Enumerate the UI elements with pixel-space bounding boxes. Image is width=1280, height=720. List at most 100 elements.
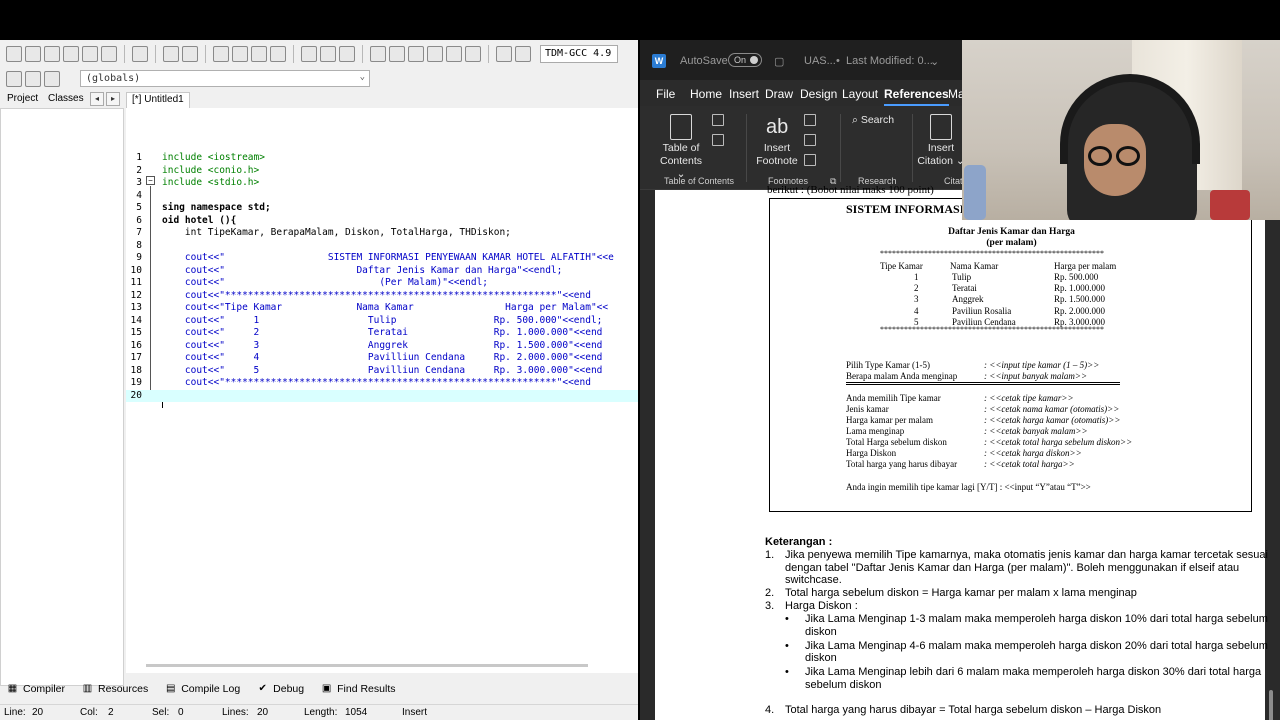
output-placeholder: : <<cetak nama kamar (otomatis)>> — [984, 404, 1120, 414]
item-text: Total harga yang harus dibayar = Total h… — [785, 704, 1162, 716]
tab-label: Debug — [273, 683, 305, 695]
tab-insert[interactable]: Insert — [729, 87, 759, 101]
insert-icon[interactable] — [6, 71, 22, 87]
document-name[interactable]: UAS... — [804, 55, 836, 67]
search-button[interactable]: ⌕ Search — [852, 114, 894, 127]
find-next-icon[interactable] — [251, 46, 267, 62]
table-of-contents-button[interactable]: Table of Contents ⌄ — [656, 114, 706, 181]
input-placeholder: : <<input tipe kamar (1 – 5)>> — [984, 360, 1100, 370]
code-line: 18 cout<<" 5 Pavilliun Cendana Rp. 3.000… — [126, 365, 638, 378]
scope-value: (globals) — [86, 73, 141, 84]
compile-run-icon[interactable] — [408, 46, 424, 62]
panel-icon: ✔ — [258, 683, 267, 694]
status-lines: 20 — [257, 707, 269, 718]
open-file-icon[interactable] — [25, 46, 41, 62]
toggle-comment-icon[interactable] — [339, 46, 355, 62]
stop-icon[interactable] — [465, 46, 481, 62]
group-table-of-contents: Table of Contents — [664, 176, 735, 186]
update-table-icon[interactable] — [712, 134, 724, 146]
run-icon[interactable] — [389, 46, 405, 62]
panel-tabs: Project Classes ◂ ▸ [*] Untitled1 — [0, 92, 638, 108]
document-scrollbar[interactable] — [1269, 690, 1273, 720]
tab-layout[interactable]: Layout — [842, 87, 878, 101]
table-cell: Rp. 500.000 — [1054, 272, 1099, 282]
close-file-icon[interactable] — [82, 46, 98, 62]
code-line: 17 cout<<" 4 Pavilliun Cendana Rp. 2.000… — [126, 352, 638, 365]
bottom-tab-compile-log[interactable]: ▤ Compile Log — [164, 683, 240, 695]
project-browser[interactable] — [0, 108, 124, 686]
status-col-label: Col: — [80, 707, 98, 718]
check-syntax-icon[interactable] — [446, 46, 462, 62]
save-icon[interactable]: ▢ — [774, 55, 784, 68]
toolbar-separator — [362, 45, 363, 63]
show-notes-icon[interactable] — [804, 154, 816, 166]
goto-icon[interactable] — [25, 71, 41, 87]
table-header: Harga per malam — [1054, 261, 1117, 271]
output-placeholder: : <<cetak harga diskon>> — [984, 448, 1082, 458]
code-text: include <stdio.h> — [162, 177, 260, 188]
output-label: Total harga yang harus dibayar — [846, 459, 958, 469]
chart-icon[interactable] — [496, 46, 512, 62]
status-bar: Line: 20 Col: 2 Sel: 0 Lines: 20 Length:… — [0, 704, 638, 720]
tab-draw[interactable]: Draw — [765, 87, 793, 101]
find-icon[interactable] — [213, 46, 229, 62]
table-cell: 2 — [914, 283, 919, 294]
tab-next-icon[interactable]: ▸ — [106, 92, 120, 106]
add-text-icon[interactable] — [712, 114, 724, 126]
bottom-tab-debug[interactable]: ✔ Debug — [256, 683, 304, 695]
autosave-toggle[interactable]: On — [728, 53, 762, 67]
save-icon[interactable] — [44, 46, 60, 62]
bookmark-icon[interactable] — [44, 71, 60, 87]
new-file-icon[interactable] — [6, 46, 22, 62]
item-number: 2. — [765, 587, 775, 599]
output-placeholder: : <<cetak total harga>> — [984, 459, 1075, 469]
item-number: 4. — [765, 704, 775, 716]
rebuild-icon[interactable] — [427, 46, 443, 62]
tab-file[interactable]: File — [656, 87, 675, 101]
tab-untitled1[interactable]: [*] Untitled1 — [126, 92, 190, 108]
insert-footnote-button[interactable]: ab Insert Footnote — [752, 114, 802, 168]
line-number: 15 — [130, 327, 142, 338]
item-number: 3. — [765, 600, 775, 612]
line-number: 17 — [130, 352, 142, 363]
save-all-icon[interactable] — [63, 46, 79, 62]
print-icon[interactable] — [132, 46, 148, 62]
tab-label: Compile Log — [181, 683, 241, 695]
insert-citation-button[interactable]: Insert Citation ⌄ — [916, 114, 966, 168]
goto-line-icon[interactable] — [270, 46, 286, 62]
document-canvas[interactable]: berikut : (Bobot nilai maks 100 point) S… — [640, 184, 1280, 720]
chevron-down-icon[interactable]: ⌄ — [930, 55, 939, 68]
insert-endnote-icon[interactable] — [804, 114, 816, 126]
last-modified[interactable]: Last Modified: 0... — [846, 55, 933, 67]
indent-icon[interactable] — [301, 46, 317, 62]
redo-icon[interactable] — [182, 46, 198, 62]
replace-icon[interactable] — [232, 46, 248, 62]
bottom-panel-tabs: ▦ Compiler ▥ Resources ▤ Compile Log ✔ Debug ▣ Fi… — [0, 680, 638, 698]
undo-icon[interactable] — [163, 46, 179, 62]
tab-project[interactable]: Project — [7, 93, 38, 104]
scope-select[interactable]: (globals) ⌄ — [80, 70, 370, 87]
tab-references[interactable]: References — [884, 87, 949, 106]
compile-icon[interactable] — [370, 46, 386, 62]
editor-horizontal-scrollbar[interactable] — [146, 664, 588, 667]
panel-icon: ▥ — [82, 683, 93, 694]
bottom-tab-compiler[interactable]: ▦ Compiler — [6, 683, 65, 695]
code-editor[interactable]: − 1 include <iostream> 2 include <conio.h> 3… — [126, 108, 638, 673]
profile-icon[interactable] — [515, 46, 531, 62]
bottom-tab-find-results[interactable]: ▣ Find Results — [320, 683, 396, 695]
item-text: Total harga sebelum diskon = Harga kamar… — [785, 587, 1137, 599]
code-text: int TipeKamar, BerapaMalam, Diskon, Tota… — [162, 227, 511, 238]
close-all-icon[interactable] — [101, 46, 117, 62]
bullet-dot: • — [785, 613, 789, 625]
tab-prev-icon[interactable]: ◂ — [90, 92, 104, 106]
compiler-select[interactable]: TDM-GCC 4.9 — [540, 45, 618, 63]
line-number: 9 — [136, 252, 142, 263]
tab-classes[interactable]: Classes — [48, 93, 84, 104]
next-footnote-icon[interactable] — [804, 134, 816, 146]
unindent-icon[interactable] — [320, 46, 336, 62]
tab-home[interactable]: Home — [690, 87, 722, 101]
document-page[interactable]: berikut : (Bobot nilai maks 100 point) S… — [655, 184, 1268, 720]
tab-design[interactable]: Design — [800, 87, 837, 101]
bottom-tab-resources[interactable]: ▥ Resources — [81, 683, 148, 695]
line-number: 4 — [136, 189, 142, 201]
